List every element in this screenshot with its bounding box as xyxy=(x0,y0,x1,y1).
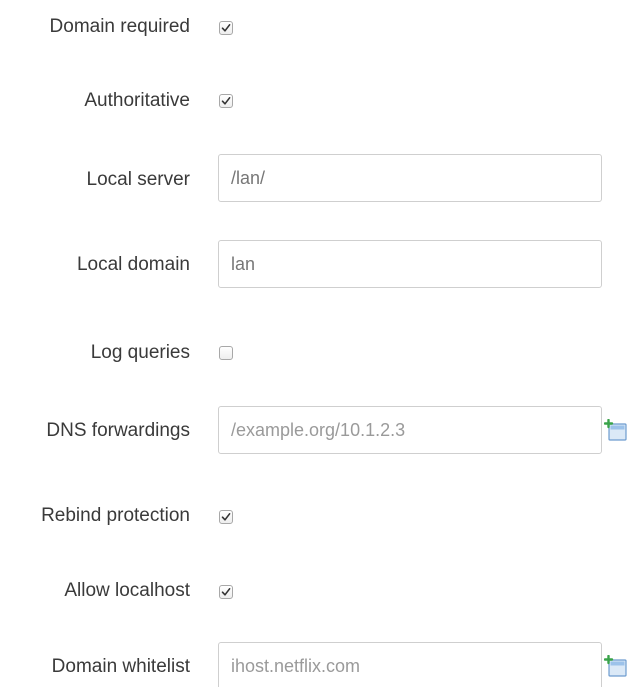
dns-forwardings-input[interactable] xyxy=(218,406,602,454)
checkmark-icon xyxy=(221,588,231,596)
log-queries-checkbox[interactable] xyxy=(219,346,233,360)
log-queries-label: Log queries xyxy=(90,342,190,363)
rebind-protection-label: Rebind protection xyxy=(41,505,190,526)
allow-localhost-checkbox[interactable] xyxy=(219,585,233,599)
dns-forwardings-label: DNS forwardings xyxy=(46,420,190,441)
domain-whitelist-input[interactable] xyxy=(218,642,602,687)
local-domain-label: Local domain xyxy=(76,254,190,275)
domain-required-checkbox[interactable] xyxy=(219,21,233,35)
checkmark-icon xyxy=(221,97,231,105)
domain-whitelist-label: Domain whitelist xyxy=(51,656,190,677)
checkmark-icon xyxy=(221,24,231,32)
local-server-label: Local server xyxy=(86,169,191,190)
checkmark-icon xyxy=(221,513,231,521)
local-domain-input[interactable] xyxy=(218,240,602,288)
domain-required-label: Domain required xyxy=(49,16,190,37)
rebind-protection-checkbox[interactable] xyxy=(219,510,233,524)
authoritative-checkbox[interactable] xyxy=(219,94,233,108)
allow-localhost-label: Allow localhost xyxy=(64,580,190,601)
add-row-icon[interactable] xyxy=(603,418,627,441)
add-row-icon[interactable] xyxy=(603,654,627,677)
local-server-input[interactable] xyxy=(218,154,602,202)
authoritative-label: Authoritative xyxy=(84,90,190,111)
